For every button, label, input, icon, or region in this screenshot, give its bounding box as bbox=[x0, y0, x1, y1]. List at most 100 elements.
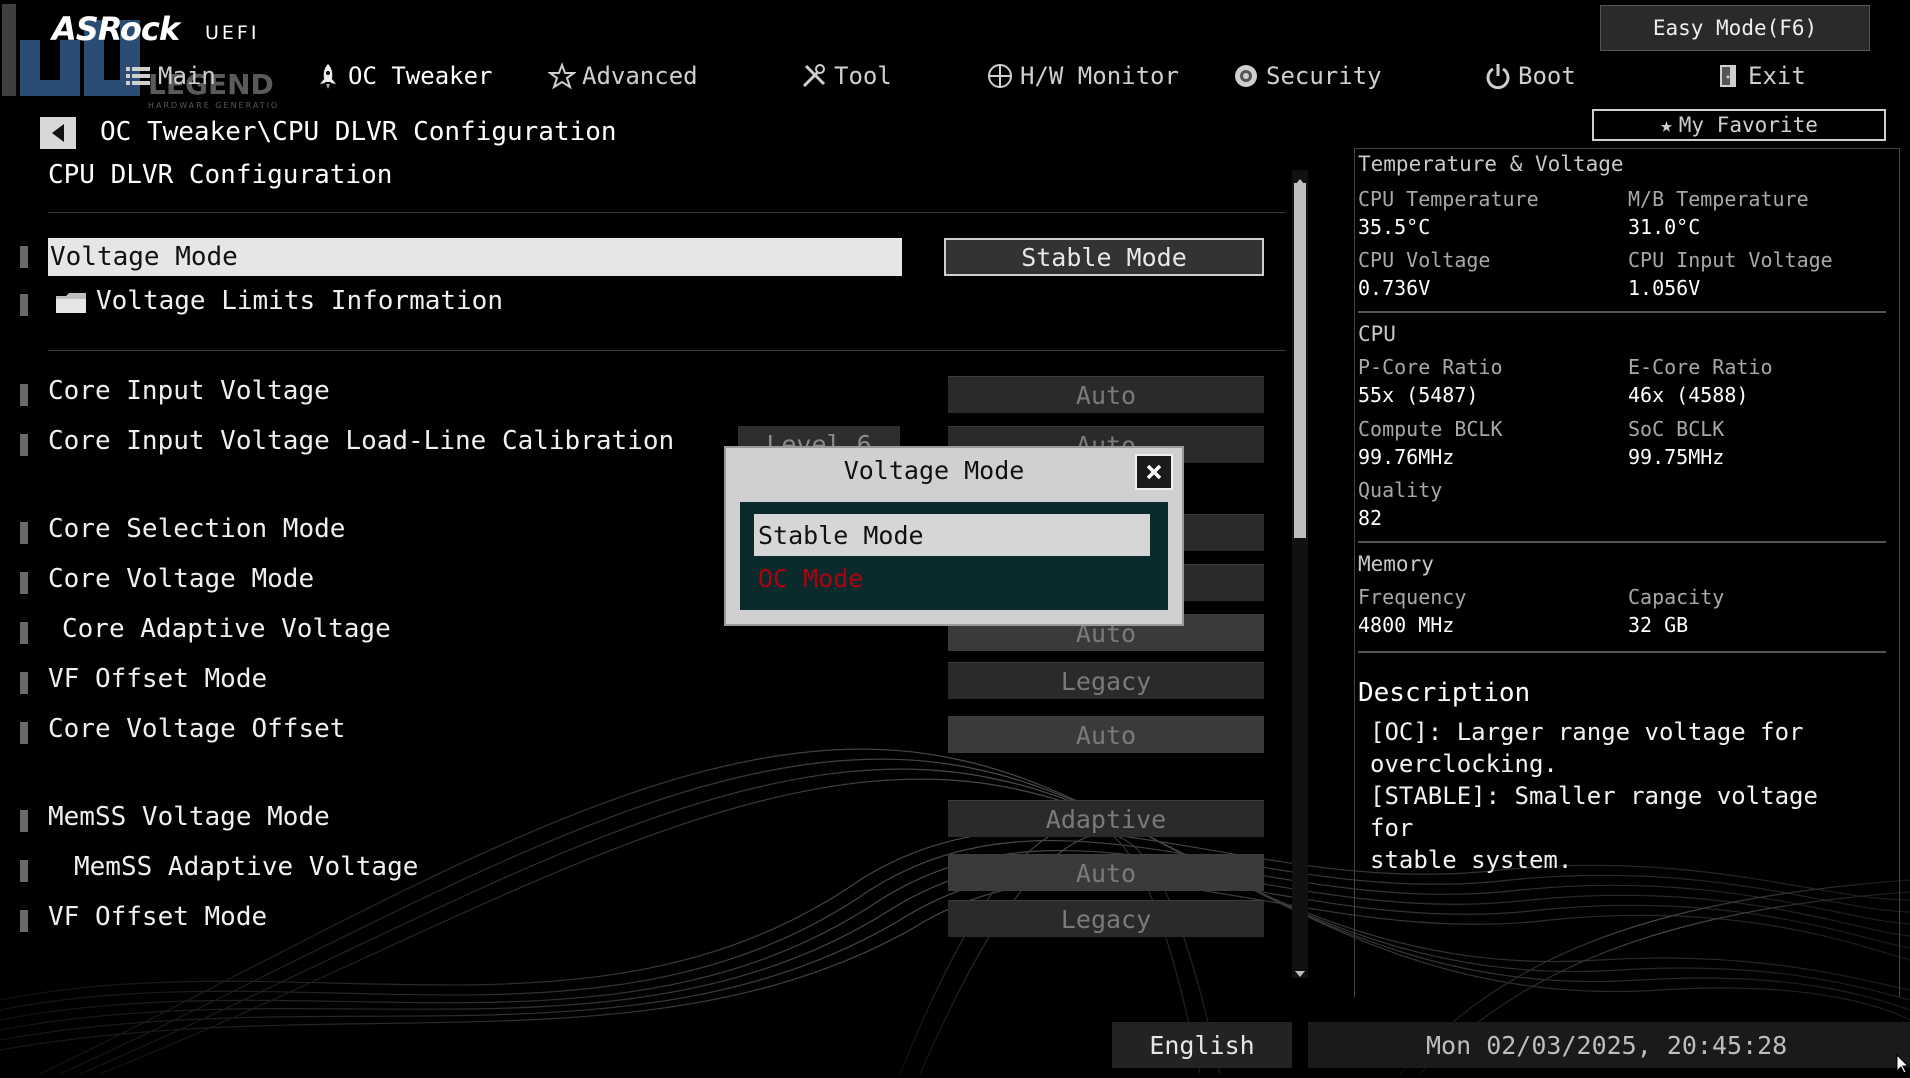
mb-temperature-label: M/B Temperature bbox=[1628, 187, 1809, 211]
setting-core-selection-mode[interactable]: Core Selection Mode bbox=[48, 514, 345, 544]
description-line: [OC]: Larger range voltage for bbox=[1370, 718, 1804, 746]
setting-memss-vf-offset-mode[interactable]: VF Offset Mode bbox=[48, 902, 267, 932]
tab-oc-tweaker[interactable]: OC Tweaker bbox=[314, 56, 493, 96]
voltage-mode-value[interactable]: Stable Mode bbox=[944, 238, 1264, 276]
breadcrumb: OC Tweaker\CPU DLVR Configuration bbox=[100, 117, 617, 147]
row-bullet bbox=[20, 672, 28, 694]
dialog-title: Voltage Mode bbox=[843, 456, 1025, 485]
quality-label: Quality bbox=[1358, 478, 1443, 502]
tab-tool[interactable]: Tool bbox=[800, 56, 892, 96]
rocket-icon bbox=[320, 64, 336, 89]
divider bbox=[48, 350, 1286, 351]
list-icon bbox=[126, 67, 150, 85]
e-core-ratio-label: E-Core Ratio bbox=[1628, 355, 1773, 379]
setting-memss-adaptive-voltage[interactable]: MemSS Adaptive Voltage bbox=[74, 852, 418, 882]
temp-voltage-heading: Temperature & Voltage bbox=[1358, 152, 1624, 176]
page-title: CPU DLVR Configuration bbox=[48, 160, 393, 190]
description-line: overclocking. bbox=[1370, 750, 1558, 778]
description-line: stable system. bbox=[1370, 846, 1573, 874]
mouse-cursor-icon bbox=[1896, 1053, 1910, 1078]
dialog-options-list: Stable Mode OC Mode bbox=[740, 502, 1168, 610]
shield-icon bbox=[1235, 65, 1257, 87]
core-input-voltage-value[interactable]: Auto bbox=[948, 376, 1264, 413]
core-voltage-offset-value[interactable]: Auto bbox=[948, 716, 1264, 753]
tab-main-label: Main bbox=[158, 62, 216, 90]
star-icon: ★ bbox=[1660, 113, 1673, 137]
tab-tool-label: Tool bbox=[834, 62, 892, 90]
cpu-voltage-value: 0.736V bbox=[1358, 276, 1431, 300]
setting-core-adaptive-voltage[interactable]: Core Adaptive Voltage bbox=[62, 614, 391, 644]
setting-core-voltage-offset[interactable]: Core Voltage Offset bbox=[48, 714, 345, 744]
tab-boot-label: Boot bbox=[1518, 62, 1576, 90]
memss-voltage-mode-value[interactable]: Adaptive bbox=[948, 800, 1264, 837]
description-text: [OC]: Larger range voltage for overclock… bbox=[1370, 716, 1870, 876]
tab-main[interactable]: Main bbox=[124, 56, 216, 96]
row-bullet bbox=[20, 622, 28, 644]
setting-vf-offset-mode[interactable]: VF Offset Mode bbox=[48, 664, 267, 694]
row-bullet bbox=[20, 294, 28, 316]
cpu-heading: CPU bbox=[1358, 322, 1396, 346]
setting-voltage-mode[interactable]: Voltage Mode bbox=[48, 238, 902, 276]
row-bullet bbox=[20, 572, 28, 594]
tools-icon bbox=[802, 64, 826, 88]
scroll-down-arrow-icon[interactable] bbox=[1294, 964, 1306, 977]
scrollbar-thumb[interactable] bbox=[1294, 183, 1306, 538]
memory-frequency-label: Frequency bbox=[1358, 585, 1467, 609]
exit-door-icon bbox=[1720, 65, 1736, 87]
my-favorite-label: My Favorite bbox=[1678, 113, 1818, 137]
memss-adaptive-voltage-value[interactable]: Auto bbox=[948, 854, 1264, 891]
quality-value: 82 bbox=[1358, 506, 1383, 530]
compute-bclk-value: 99.76MHz bbox=[1358, 445, 1455, 469]
memory-frequency-value: 4800 MHz bbox=[1358, 613, 1455, 637]
dialog-close-button[interactable] bbox=[1135, 454, 1173, 490]
setting-core-input-voltage-llc[interactable]: Core Input Voltage Load-Line Calibration bbox=[48, 426, 674, 456]
option-stable-mode[interactable]: Stable Mode bbox=[754, 514, 1150, 556]
close-icon bbox=[1146, 464, 1162, 480]
row-bullet bbox=[20, 860, 28, 882]
setting-core-voltage-mode[interactable]: Core Voltage Mode bbox=[48, 564, 314, 594]
row-bullet bbox=[20, 522, 28, 544]
tab-security[interactable]: Security bbox=[1232, 56, 1382, 96]
setting-voltage-limits-information[interactable]: Voltage Limits Information bbox=[96, 286, 503, 316]
tab-advanced-label: Advanced bbox=[582, 62, 698, 90]
my-favorite-button[interactable]: ★ My Favorite bbox=[1592, 109, 1886, 141]
row-bullet bbox=[20, 810, 28, 832]
row-bullet bbox=[20, 246, 28, 268]
section-divider bbox=[1358, 541, 1886, 543]
memory-capacity-label: Capacity bbox=[1628, 585, 1725, 609]
datetime-display: Mon 02/03/2025, 20:45:28 bbox=[1308, 1022, 1910, 1068]
scroll-up-arrow-icon[interactable] bbox=[1294, 172, 1306, 185]
tab-advanced[interactable]: Advanced bbox=[548, 56, 698, 96]
divider bbox=[48, 212, 1286, 213]
crosshair-icon bbox=[988, 64, 1012, 88]
cpu-input-voltage-value: 1.056V bbox=[1628, 276, 1701, 300]
tab-hw-monitor[interactable]: H/W Monitor bbox=[986, 56, 1179, 96]
setting-core-input-voltage[interactable]: Core Input Voltage bbox=[48, 376, 330, 406]
tab-security-label: Security bbox=[1266, 62, 1382, 90]
memory-heading: Memory bbox=[1358, 552, 1434, 576]
power-icon bbox=[1486, 64, 1510, 90]
uefi-label: UEFI bbox=[205, 22, 260, 44]
setting-memss-voltage-mode[interactable]: MemSS Voltage Mode bbox=[48, 802, 330, 832]
row-bullet bbox=[20, 910, 28, 932]
memss-vf-offset-mode-value[interactable]: Legacy bbox=[948, 900, 1264, 937]
language-button[interactable]: English bbox=[1112, 1022, 1292, 1068]
vf-offset-mode-value[interactable]: Legacy bbox=[948, 662, 1264, 699]
option-oc-mode[interactable]: OC Mode bbox=[758, 564, 863, 593]
memory-capacity-value: 32 GB bbox=[1628, 613, 1689, 637]
description-title: Description bbox=[1358, 678, 1531, 708]
mb-temperature-value: 31.0°C bbox=[1628, 215, 1701, 239]
back-button[interactable] bbox=[40, 117, 76, 149]
easy-mode-button[interactable]: Easy Mode(F6) bbox=[1600, 5, 1870, 51]
row-bullet bbox=[20, 434, 28, 456]
cpu-temperature-label: CPU Temperature bbox=[1358, 187, 1539, 211]
tab-oc-tweaker-label: OC Tweaker bbox=[348, 62, 493, 90]
tab-boot[interactable]: Boot bbox=[1484, 56, 1576, 96]
tab-exit[interactable]: Exit bbox=[1714, 56, 1806, 96]
tab-hw-monitor-label: H/W Monitor bbox=[1020, 62, 1179, 90]
row-bullet bbox=[20, 384, 28, 406]
section-divider bbox=[1358, 651, 1886, 653]
p-core-ratio-value: 55x (5487) bbox=[1358, 383, 1479, 407]
section-divider bbox=[1358, 311, 1886, 313]
soc-bclk-value: 99.75MHz bbox=[1628, 445, 1725, 469]
